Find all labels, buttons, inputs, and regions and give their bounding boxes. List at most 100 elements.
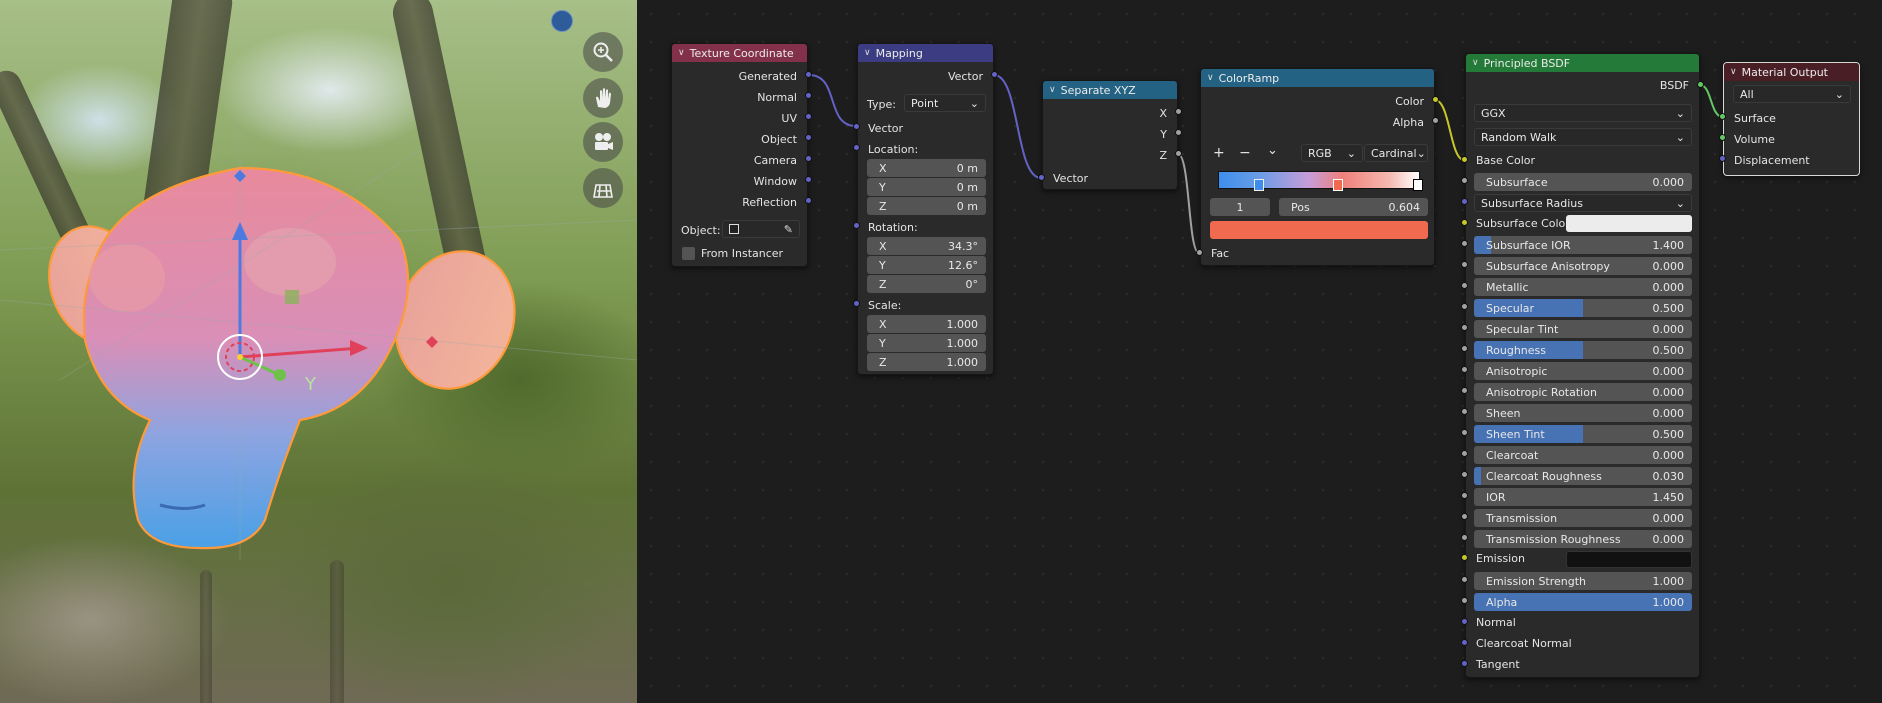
node-header[interactable]: ∨ Mapping: [858, 44, 993, 62]
bsdf-input-socket[interactable]: [1461, 156, 1468, 163]
socket-location-in[interactable]: [853, 144, 860, 151]
zoom-button[interactable]: [583, 32, 623, 72]
3d-viewport[interactable]: Y: [0, 0, 637, 703]
rotation-z-field[interactable]: Z 0°: [867, 275, 986, 293]
bsdf-param-field[interactable]: Sheen Tint 0.500: [1474, 425, 1692, 443]
rotation-y-field[interactable]: Y 12.6°: [867, 256, 986, 274]
bsdf-param-field[interactable]: Metallic 0.000: [1474, 278, 1692, 296]
socket-object[interactable]: [805, 134, 812, 141]
color-mode-dropdown[interactable]: RGB ⌄: [1301, 144, 1363, 162]
separate-xyz-node[interactable]: ∨ Separate XYZ X Y Z Vector: [1042, 80, 1178, 190]
bsdf-input-socket[interactable]: [1461, 639, 1468, 646]
bsdf-input-socket[interactable]: [1461, 219, 1468, 226]
collapse-chevron-icon[interactable]: ∨: [678, 48, 685, 58]
rotation-x-field[interactable]: X 34.3°: [867, 237, 986, 255]
node-header[interactable]: ∨ Separate XYZ: [1043, 81, 1177, 99]
subsurface-field[interactable]: Subsurface 0.000: [1474, 173, 1692, 191]
bsdf-input-socket[interactable]: [1461, 387, 1468, 394]
bsdf-input-socket[interactable]: [1461, 429, 1468, 436]
bsdf-input-socket[interactable]: [1461, 660, 1468, 667]
bsdf-input-socket[interactable]: [1461, 408, 1468, 415]
bsdf-input-socket[interactable]: [1461, 303, 1468, 310]
location-y-field[interactable]: Y0 m: [867, 178, 986, 196]
scale-z-field[interactable]: Z 1.000: [867, 353, 986, 371]
bsdf-input-socket[interactable]: [1461, 240, 1468, 247]
bsdf-input-socket[interactable]: [1461, 597, 1468, 604]
emission-color-swatch[interactable]: [1566, 551, 1692, 568]
bsdf-input-socket[interactable]: [1461, 324, 1468, 331]
bsdf-param-field[interactable]: Sheen 0.000: [1474, 404, 1692, 422]
bsdf-input-socket[interactable]: [1461, 618, 1468, 625]
node-header[interactable]: ∨ ColorRamp: [1201, 69, 1434, 87]
color-ramp-bar[interactable]: [1218, 171, 1420, 189]
colorramp-node[interactable]: ∨ ColorRamp Color Alpha + − ⌄ RGB ⌄ Cardin…: [1200, 68, 1435, 266]
alpha-field[interactable]: Alpha 1.000: [1474, 593, 1692, 611]
socket-y-out[interactable]: [1175, 129, 1182, 136]
navigation-gizmo-dot[interactable]: [551, 10, 573, 32]
socket-normal[interactable]: [805, 92, 812, 99]
bsdf-param-field[interactable]: Anisotropic 0.000: [1474, 362, 1692, 380]
texture-coordinate-node[interactable]: ∨ Texture Coordinate Generated Normal UV …: [671, 43, 808, 267]
ortho-toggle-button[interactable]: [583, 168, 623, 208]
target-dropdown[interactable]: All ⌄: [1733, 85, 1851, 103]
bsdf-param-field[interactable]: Transmission 0.000: [1474, 509, 1692, 527]
bsdf-input-socket[interactable]: [1461, 576, 1468, 583]
bsdf-param-field[interactable]: Roughness 0.500: [1474, 341, 1692, 359]
bsdf-input-socket[interactable]: [1461, 513, 1468, 520]
scale-x-field[interactable]: X 1.000: [867, 315, 986, 333]
node-header[interactable]: ∨ Principled BSDF: [1466, 54, 1699, 72]
socket-x-out[interactable]: [1175, 108, 1182, 115]
stop-index-field[interactable]: 1: [1210, 198, 1270, 216]
bsdf-input-socket[interactable]: [1461, 282, 1468, 289]
collapse-chevron-icon[interactable]: ∨: [1049, 85, 1056, 95]
bsdf-param-field[interactable]: Clearcoat Roughness 0.030: [1474, 467, 1692, 485]
collapse-chevron-icon[interactable]: ∨: [1207, 73, 1214, 83]
socket-scale-in[interactable]: [853, 300, 860, 307]
emission-strength-field[interactable]: Emission Strength 1.000: [1474, 572, 1692, 590]
socket-volume-in[interactable]: [1719, 134, 1726, 141]
bsdf-input-socket[interactable]: [1461, 261, 1468, 268]
socket-uv[interactable]: [805, 113, 812, 120]
interpolation-dropdown[interactable]: Cardinal ⌄: [1364, 144, 1428, 162]
ramp-stop-handle[interactable]: [1254, 179, 1264, 191]
object-picker[interactable]: ✎: [722, 220, 800, 238]
socket-generated[interactable]: [805, 71, 812, 78]
node-header[interactable]: ∨ Material Output: [1724, 63, 1859, 81]
socket-camera[interactable]: [805, 155, 812, 162]
location-z-field[interactable]: Z0 m: [867, 197, 986, 215]
socket-color-out[interactable]: [1432, 96, 1439, 103]
bsdf-input-socket[interactable]: [1461, 198, 1468, 205]
scale-y-field[interactable]: Y 1.000: [867, 334, 986, 352]
subsurface-radius-dropdown[interactable]: Subsurface Radius ⌄: [1474, 194, 1692, 212]
eyedropper-icon[interactable]: ✎: [784, 223, 793, 236]
socket-sepxyz-vector-in[interactable]: [1038, 174, 1045, 181]
bsdf-param-field[interactable]: Subsurface IOR 1.400: [1474, 236, 1692, 254]
collapse-chevron-icon[interactable]: ∨: [1730, 67, 1737, 77]
from-instancer-checkbox[interactable]: From Instancer: [682, 245, 783, 262]
stop-color-swatch[interactable]: [1210, 221, 1428, 239]
socket-window[interactable]: [805, 176, 812, 183]
collapse-chevron-icon[interactable]: ∨: [864, 48, 871, 58]
bsdf-param-field[interactable]: Specular 0.500: [1474, 299, 1692, 317]
socket-z-out[interactable]: [1175, 150, 1182, 157]
socket-rotation-in[interactable]: [853, 222, 860, 229]
bsdf-param-field[interactable]: Anisotropic Rotation 0.000: [1474, 383, 1692, 401]
socket-reflection[interactable]: [805, 197, 812, 204]
bsdf-input-socket[interactable]: [1461, 471, 1468, 478]
type-dropdown[interactable]: Point ⌄: [904, 94, 986, 112]
socket-fac-in[interactable]: [1196, 249, 1203, 256]
socket-displacement-in[interactable]: [1719, 155, 1726, 162]
bsdf-input-socket[interactable]: [1461, 177, 1468, 184]
distribution-dropdown[interactable]: GGX ⌄: [1474, 104, 1692, 122]
socket-mapping-vector-in[interactable]: [853, 123, 860, 130]
subsurface-color-swatch[interactable]: [1566, 215, 1692, 232]
bsdf-input-socket[interactable]: [1461, 450, 1468, 457]
ramp-stop-handle[interactable]: [1413, 179, 1423, 191]
socket-alpha-out[interactable]: [1432, 117, 1439, 124]
bsdf-input-socket[interactable]: [1461, 492, 1468, 499]
material-output-node[interactable]: ∨ Material Output All ⌄ Surface Volume Dis…: [1723, 62, 1860, 176]
bsdf-param-field[interactable]: Specular Tint 0.000: [1474, 320, 1692, 338]
ramp-menu-button[interactable]: ⌄: [1267, 143, 1278, 158]
pan-button[interactable]: [583, 78, 623, 118]
monkey-mesh[interactable]: [0, 0, 637, 703]
